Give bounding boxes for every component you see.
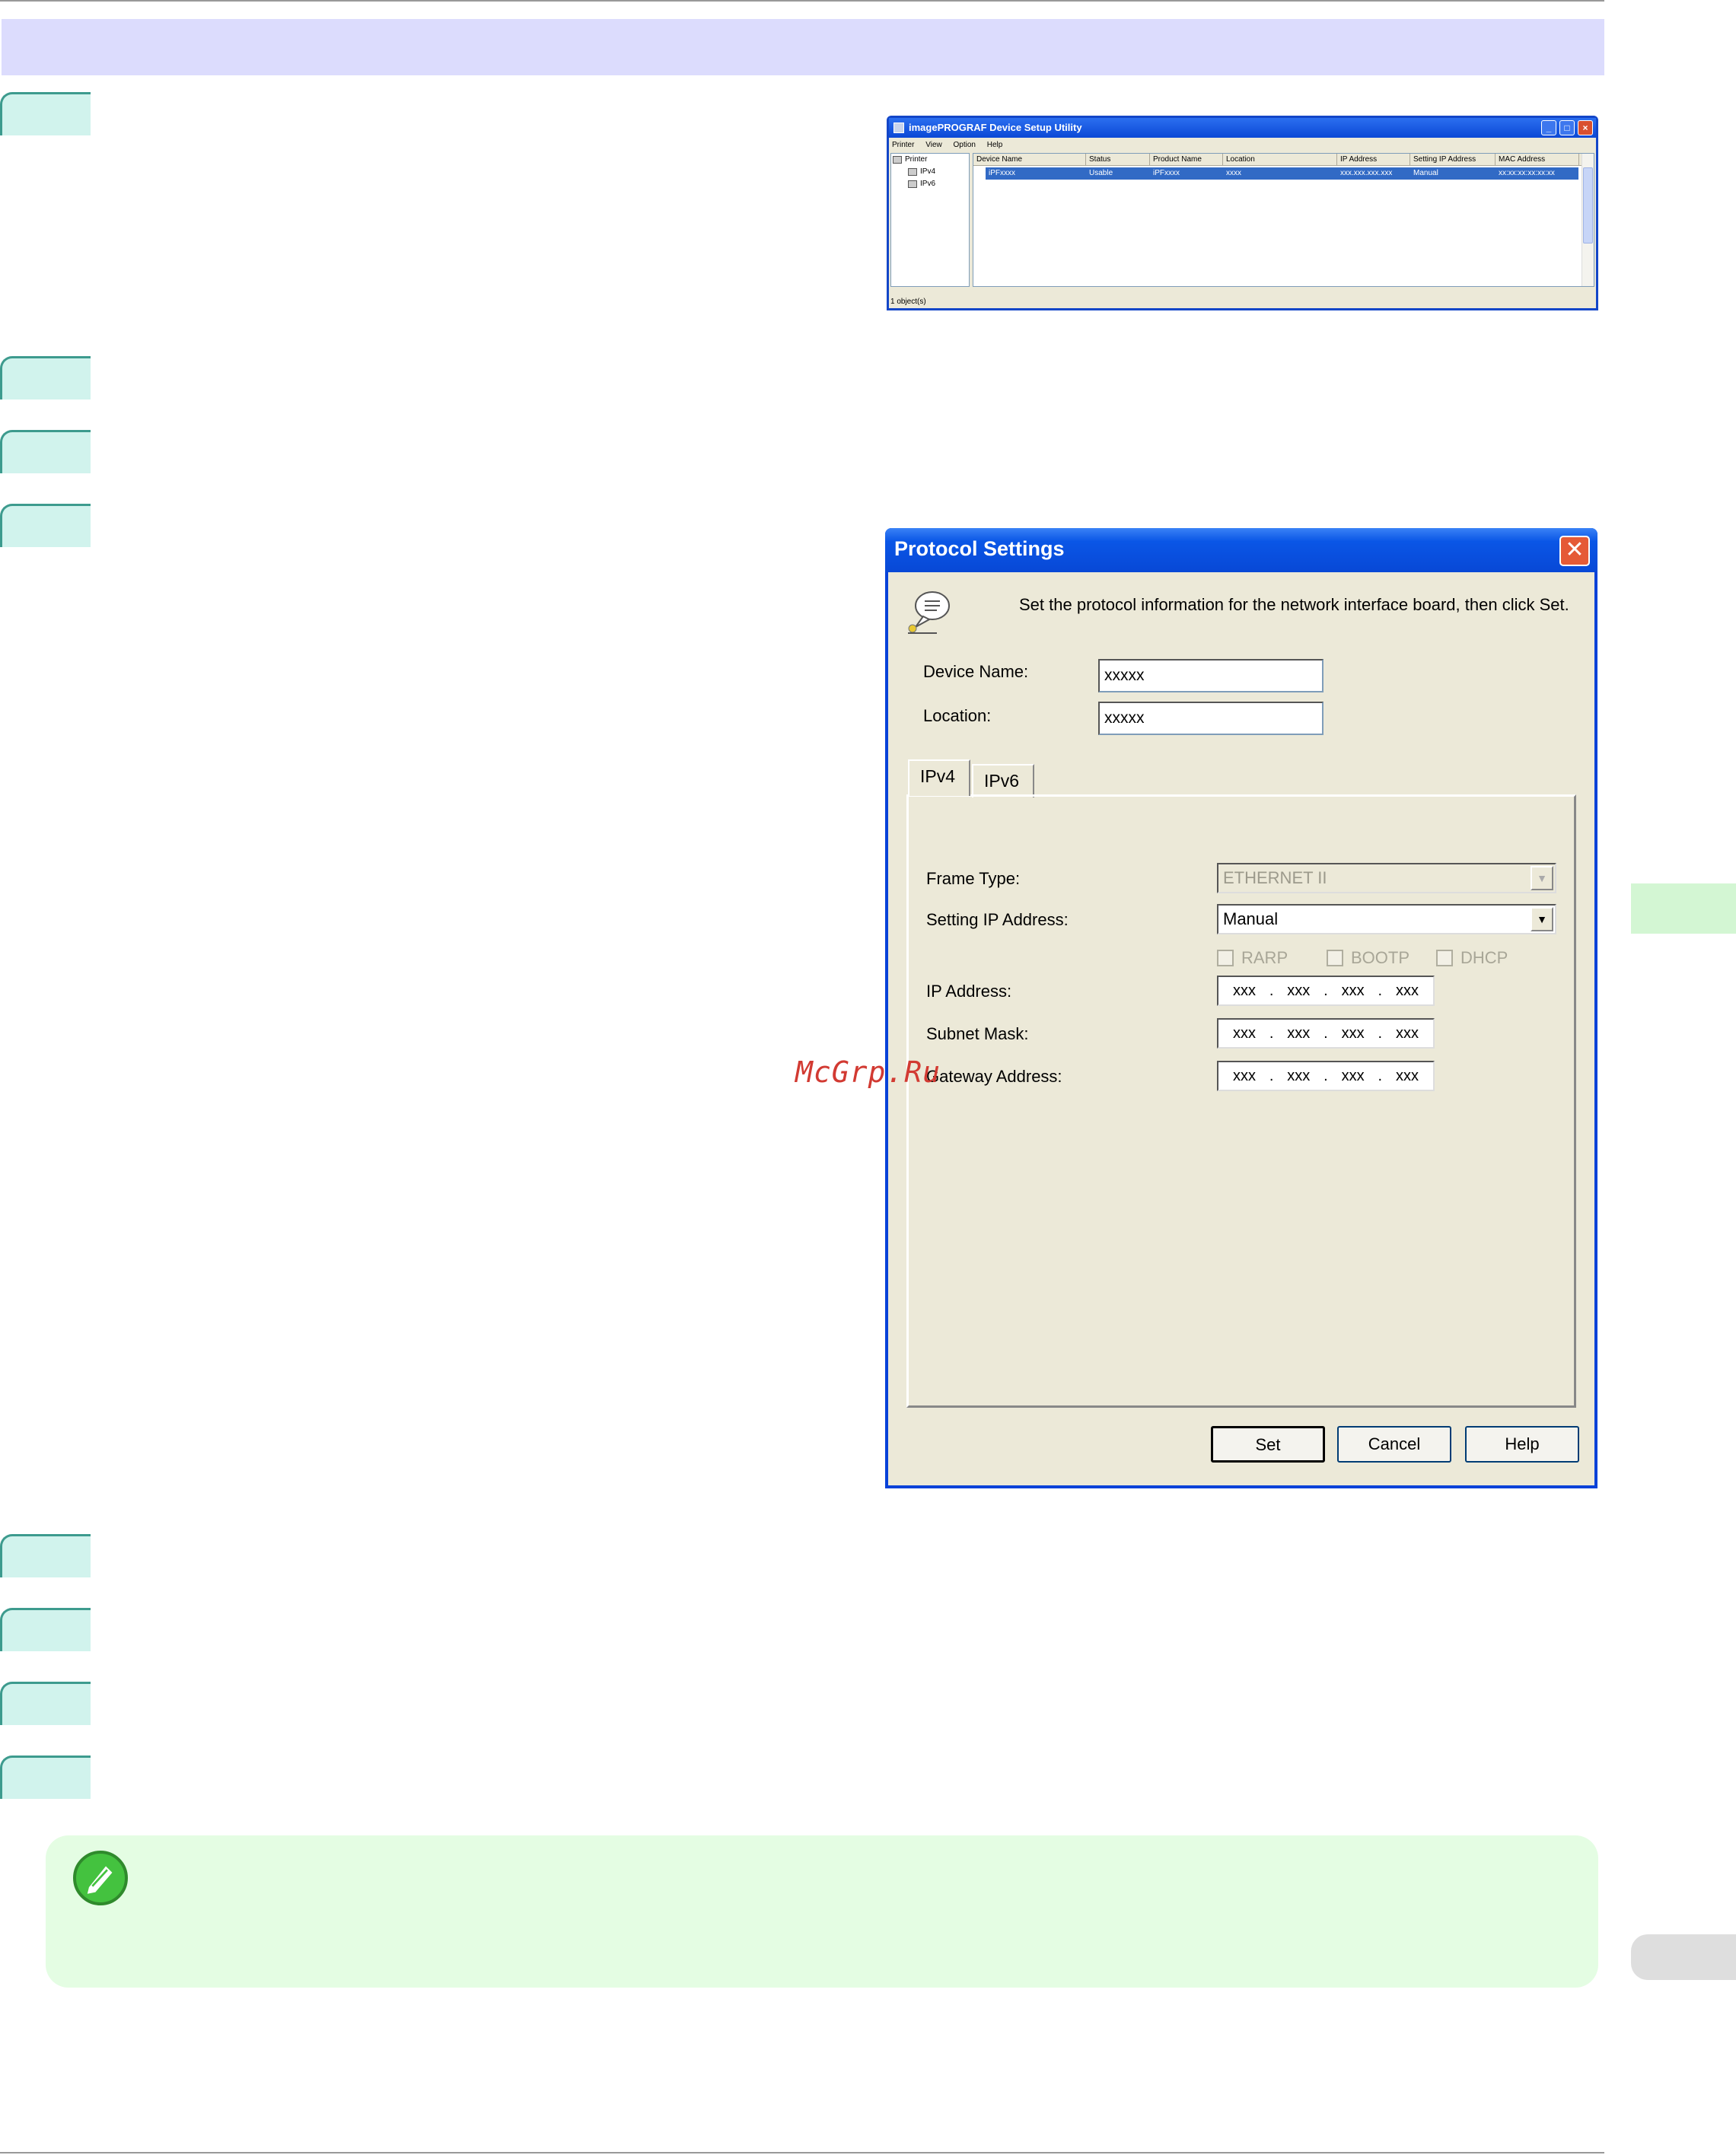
location-label: Location:	[923, 706, 992, 725]
header-band	[2, 19, 1604, 75]
location-input[interactable]: xxxxx	[1098, 702, 1324, 735]
tree-label: Printer	[905, 155, 928, 164]
rarp-checkbox: RARP	[1217, 948, 1288, 968]
set-button[interactable]: Set	[1211, 1426, 1325, 1463]
checkbox-label: BOOTP	[1351, 948, 1410, 967]
subnet-mask-input[interactable]: xxx. xxx. xxx. xxx	[1217, 1018, 1435, 1049]
ip-address-input[interactable]: xxx. xxx. xxx. xxx	[1217, 976, 1435, 1006]
tree-item-printer[interactable]: Printer	[893, 155, 927, 164]
menu-option[interactable]: Option	[954, 141, 976, 149]
gateway-address-input[interactable]: xxx. xxx. xxx. xxx	[1217, 1061, 1435, 1091]
table-row[interactable]: iPFxxxx Usable iPFxxxx xxxx xxx.xxx.xxx.…	[986, 167, 1578, 180]
pencil-note-icon	[73, 1851, 128, 1905]
col-product-name[interactable]: Product Name	[1150, 154, 1223, 166]
checkbox-box	[1327, 950, 1343, 966]
setting-ip-label: Setting IP Address:	[926, 910, 1069, 929]
col-setting-ip[interactable]: Setting IP Address	[1410, 154, 1496, 166]
menu-help[interactable]: Help	[987, 141, 1003, 149]
col-status[interactable]: Status	[1086, 154, 1150, 166]
top-rule	[0, 0, 1604, 2]
step-marker	[0, 92, 91, 135]
protocol-settings-dialog: Protocol Settings ✕ Set the protocol inf…	[885, 528, 1597, 1488]
frame-type-label: Frame Type:	[926, 869, 1021, 888]
cell-device-name: iPFxxxx	[989, 169, 1015, 177]
bootp-checkbox: BOOTP	[1327, 948, 1410, 968]
index-side-tab[interactable]	[1631, 1934, 1736, 1980]
cell-mac-address: xx:xx:xx:xx:xx:xx	[1499, 169, 1555, 177]
checkbox-box	[1217, 950, 1234, 966]
close-icon[interactable]: ×	[1578, 120, 1593, 135]
col-ip-address[interactable]: IP Address	[1337, 154, 1410, 166]
util-statusbar: 1 object(s)	[890, 298, 926, 306]
setting-ip-value: Manual	[1223, 909, 1279, 928]
cancel-button[interactable]: Cancel	[1337, 1426, 1451, 1463]
util-title-text: imagePROGRAF Device Setup Utility	[909, 122, 1082, 133]
util-device-list: Device Name Status Product Name Location…	[973, 153, 1594, 287]
step-marker	[0, 1756, 91, 1799]
dialog-title: Protocol Settings	[894, 537, 1065, 560]
watermark: McGrp.Ru	[795, 1055, 941, 1089]
gateway-address-label: Gateway Address:	[926, 1067, 1062, 1086]
cell-ip-address: xxx.xxx.xxx.xxx	[1340, 169, 1393, 177]
tab-ipv6[interactable]: IPv6	[972, 764, 1034, 797]
maximize-icon[interactable]: □	[1559, 120, 1575, 135]
cell-setting-ip: Manual	[1413, 169, 1438, 177]
cell-status: Usable	[1089, 169, 1113, 177]
list-header: Device Name Status Product Name Location…	[973, 154, 1582, 166]
frame-type-select: ETHERNET II ▼	[1217, 863, 1556, 893]
util-tree-view: Printer IPv4 IPv6	[890, 153, 970, 287]
network-icon	[908, 167, 917, 176]
col-location[interactable]: Location	[1223, 154, 1337, 166]
bottom-rule	[0, 2152, 1604, 2153]
list-scrollbar[interactable]	[1582, 154, 1594, 286]
checkbox-label: DHCP	[1460, 948, 1508, 967]
dialog-instruction: Set the protocol information for the net…	[1019, 595, 1569, 614]
ip-address-label: IP Address:	[926, 982, 1012, 1001]
util-title-bar: imagePROGRAF Device Setup Utility _ □ ×	[889, 118, 1596, 138]
dialog-title-bar: Protocol Settings ✕	[885, 528, 1597, 572]
checkbox-box	[1436, 950, 1453, 966]
info-balloon-icon	[908, 591, 950, 634]
step-marker	[0, 430, 91, 473]
chevron-down-icon: ▼	[1531, 866, 1553, 890]
step-marker	[0, 504, 91, 547]
step-marker	[0, 1682, 91, 1725]
menu-printer[interactable]: Printer	[892, 141, 914, 149]
app-icon	[893, 123, 904, 133]
chapter-side-tab[interactable]	[1631, 883, 1736, 934]
col-mac-address[interactable]: MAC Address	[1496, 154, 1579, 166]
setting-ip-select[interactable]: Manual ▼	[1217, 904, 1556, 934]
step-marker	[0, 1534, 91, 1577]
tree-label: IPv4	[920, 167, 936, 176]
subnet-mask-label: Subnet Mask:	[926, 1024, 1029, 1043]
tab-ipv4[interactable]: IPv4	[908, 759, 970, 796]
util-menubar: Printer View Option Help	[892, 139, 1011, 151]
chevron-down-icon[interactable]: ▼	[1531, 907, 1553, 931]
cell-location: xxxx	[1226, 169, 1241, 177]
step-marker	[0, 1608, 91, 1651]
scroll-thumb[interactable]	[1583, 167, 1593, 244]
dhcp-checkbox: DHCP	[1436, 948, 1508, 968]
device-setup-utility-window: imagePROGRAF Device Setup Utility _ □ × …	[887, 116, 1598, 310]
tree-item-ipv4[interactable]: IPv4	[908, 167, 935, 176]
note-box	[46, 1835, 1598, 1988]
dialog-body: Set the protocol information for the net…	[888, 572, 1594, 1485]
close-icon[interactable]: ✕	[1559, 536, 1590, 566]
frame-type-value: ETHERNET II	[1223, 868, 1327, 887]
tree-item-ipv6[interactable]: IPv6	[908, 180, 935, 188]
device-name-label: Device Name:	[923, 662, 1029, 681]
step-marker	[0, 356, 91, 399]
util-body: Printer View Option Help Printer IPv4 IP…	[889, 138, 1596, 308]
help-button[interactable]: Help	[1465, 1426, 1579, 1463]
tree-label: IPv6	[920, 180, 936, 188]
minimize-icon[interactable]: _	[1541, 120, 1556, 135]
device-name-input[interactable]: xxxxx	[1098, 659, 1324, 692]
checkbox-label: RARP	[1241, 948, 1288, 967]
printer-icon	[893, 155, 902, 164]
col-device-name[interactable]: Device Name	[973, 154, 1086, 166]
network-icon	[908, 180, 917, 188]
menu-view[interactable]: View	[925, 141, 942, 149]
cell-product-name: iPFxxxx	[1153, 169, 1180, 177]
